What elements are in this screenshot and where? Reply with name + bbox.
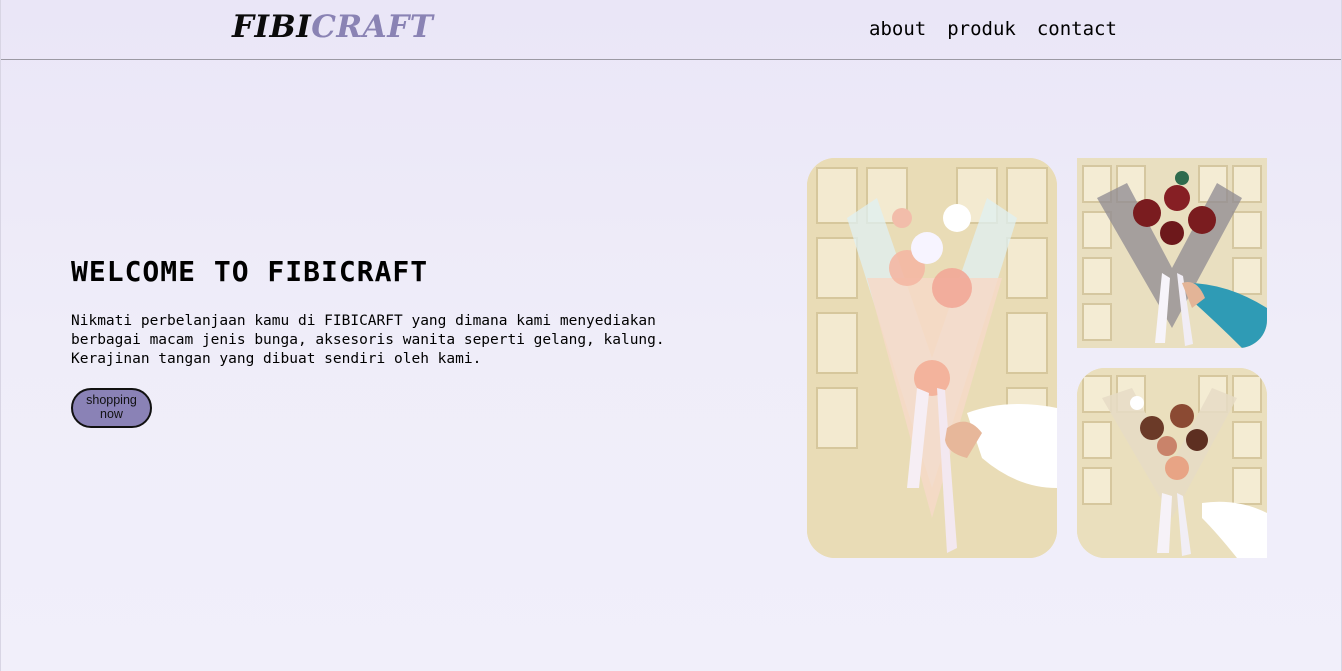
hero-title: WELCOME TO FIBICRAFT bbox=[71, 255, 429, 288]
bouquet-red-lilies-illustration bbox=[1077, 158, 1267, 348]
hero-description: Nikmati perbelanjaan kamu di FIBICARFT y… bbox=[71, 313, 665, 367]
nav-link-produk[interactable]: produk bbox=[947, 18, 1016, 40]
bouquet-pastel-illustration bbox=[807, 158, 1057, 558]
shopping-now-button[interactable]: shopping now bbox=[71, 388, 152, 428]
bouquet-photo-red-lilies bbox=[1077, 158, 1267, 348]
site-logo[interactable]: FIBICRAFT bbox=[232, 9, 433, 45]
nav-link-about[interactable]: about bbox=[869, 18, 926, 40]
logo-part-1: FIBI bbox=[232, 9, 312, 45]
bouquet-brown-flowers-illustration bbox=[1077, 368, 1267, 558]
main-nav: about produk contact bbox=[869, 18, 1138, 40]
navbar: FIBICRAFT about produk contact bbox=[1, 0, 1341, 60]
bouquet-photo-pastel bbox=[807, 158, 1057, 558]
nav-link-contact[interactable]: contact bbox=[1037, 18, 1117, 40]
bouquet-photo-brown-flowers bbox=[1077, 368, 1267, 558]
logo-part-2: CRAFT bbox=[311, 9, 434, 45]
